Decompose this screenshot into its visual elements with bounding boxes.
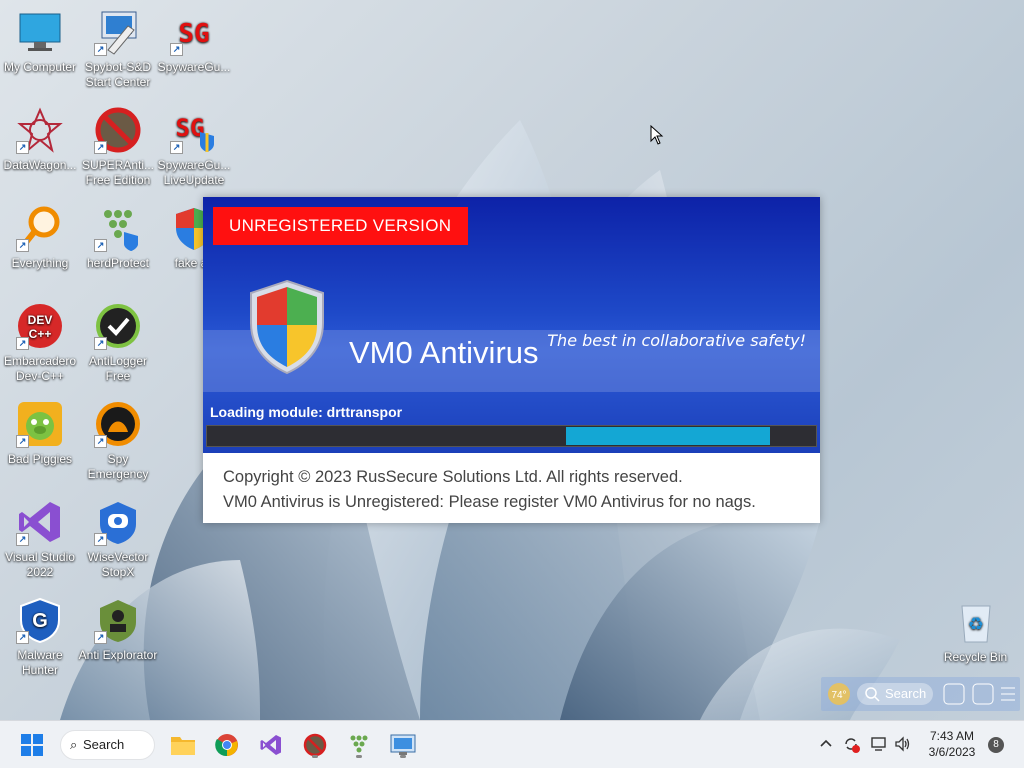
desktop-icon-label: DataWagon... xyxy=(3,158,77,172)
desktop-icon-herdprotect[interactable]: ↗ herdProtect xyxy=(78,204,158,271)
nag-text: VM0 Antivirus is Unregistered: Please re… xyxy=(223,493,756,511)
desktop-icon-bad-piggies[interactable]: ↗ Bad Piggies xyxy=(0,400,80,467)
desktop-icon-anti-explorator[interactable]: ↗ Anti Explorator xyxy=(78,596,158,663)
visual-studio-icon: ↗ xyxy=(16,498,64,546)
desktop-icon-label: herdProtect xyxy=(86,256,150,270)
malware-hunter-icon: G ↗ xyxy=(16,596,64,644)
monitor-icon xyxy=(16,8,64,56)
spybot-icon: ↗ xyxy=(94,8,142,56)
clock-date: 3/6/2023 xyxy=(928,745,976,759)
desktop-icon-spy-emergency[interactable]: ↗ Spy Emergency xyxy=(78,400,158,482)
svg-text:G: G xyxy=(32,610,48,632)
desktop-icon-spywareguard[interactable]: SG ↗ SpywareGu... xyxy=(154,8,234,75)
svg-text:SG: SG xyxy=(178,19,209,49)
taskbar-herdprotect[interactable] xyxy=(343,729,375,761)
desktop-icon-label: Embarcadero Dev-C++ xyxy=(3,354,77,383)
desktop-icon-my-computer[interactable]: My Computer xyxy=(0,8,80,75)
desktop-icon-label: Visual Studio 2022 xyxy=(5,550,75,579)
recycle-bin-icon: ♻ xyxy=(952,598,1000,646)
show-hidden-icons-chevron-icon[interactable] xyxy=(818,735,834,754)
loading-status: Loading module: drttranspor xyxy=(210,404,403,420)
unregistered-badge: UNREGISTERED VERSION xyxy=(213,207,468,245)
mouse-cursor-icon xyxy=(650,124,664,150)
desktop-icon-visual-studio[interactable]: ↗ Visual Studio 2022 xyxy=(0,498,80,580)
desktop-icon-recycle-bin[interactable]: ♻ Recycle Bin xyxy=(938,598,1013,665)
desktop-icon-label: SpywareGu... xyxy=(157,60,231,74)
widget-temp: 74° xyxy=(831,690,846,701)
desktop-icon-spywareguard-liveupdate[interactable]: SG ↗ SpywareGu... LiveUpdate xyxy=(154,106,234,188)
widget-search-placeholder: Search xyxy=(885,686,926,701)
svg-text:DEV: DEV xyxy=(28,313,53,327)
copyright-text: Copyright © 2023 RusSecure Solutions Ltd… xyxy=(223,468,683,486)
spy-emergency-icon: ↗ xyxy=(94,400,142,448)
start-button[interactable] xyxy=(16,729,48,761)
desktop-icon-label: Everything xyxy=(11,256,69,270)
desktop-icon-label: Recycle Bin xyxy=(943,650,1008,664)
desktop-icon-superantispyware[interactable]: ↗ SUPERAnti... Free Edition xyxy=(78,106,158,188)
clock-time: 7:43 AM xyxy=(929,729,975,743)
superantispyware-icon xyxy=(303,733,327,757)
folder-icon xyxy=(171,737,195,755)
desktop-icon-everything[interactable]: ↗ Everything xyxy=(0,204,80,271)
taskbar-vm0-antivirus[interactable] xyxy=(387,729,419,761)
desktop-icon-label: Anti Explorator xyxy=(78,648,158,662)
svg-text:C++: C++ xyxy=(29,327,52,341)
volume-icon[interactable] xyxy=(894,735,912,756)
herdprotect-icon xyxy=(350,735,368,753)
vm0-antivirus-icon xyxy=(390,734,416,755)
superantispyware-icon: ↗ xyxy=(94,106,142,154)
taskbar-visual-studio[interactable] xyxy=(255,729,287,761)
herdprotect-icon: ↗ xyxy=(94,204,142,252)
desktop-icon-devcpp[interactable]: DEV C++ ↗ Embarcadero Dev-C++ xyxy=(0,302,80,384)
desktop-icon-wisevector[interactable]: ↗ WiseVector StopX xyxy=(78,498,158,580)
taskbar-search[interactable]: ⌕ Search xyxy=(60,730,155,760)
desktop-icon-label: Spy Emergency xyxy=(87,452,149,481)
desktop-icon-malware-hunter[interactable]: G ↗ Malware Hunter xyxy=(0,596,80,678)
desktop-icon-label: SpywareGu... LiveUpdate xyxy=(157,158,231,187)
desktop-icon-antilogger[interactable]: ↗ AntiLogger Free xyxy=(78,302,158,384)
desktop-icon-datawagon[interactable]: ↗ DataWagon... xyxy=(0,106,80,173)
system-clock[interactable]: 7:43 AM 3/6/2023 xyxy=(920,728,984,760)
desktop-icon-label: Spybot-S&D Start Center xyxy=(84,60,152,89)
notification-badge[interactable]: 8 xyxy=(988,737,1004,753)
devcpp-icon: DEV C++ ↗ xyxy=(16,302,64,350)
splash-banner: UNREGISTERED VERSION VM0 Antivirus The b… xyxy=(203,197,820,453)
desktop-icon-label: Malware Hunter xyxy=(17,648,63,677)
splash-footer: Copyright © 2023 RusSecure Solutions Ltd… xyxy=(223,465,756,515)
datawagon-icon: ↗ xyxy=(16,106,64,154)
desktop-icon-label: SUPERAnti... Free Edition xyxy=(81,158,155,187)
desktop-icon-spybot[interactable]: ↗ Spybot-S&D Start Center xyxy=(78,8,158,90)
search-icon: ⌕ xyxy=(70,737,78,752)
progress-bar xyxy=(206,425,817,447)
chrome-icon xyxy=(215,734,238,757)
network-icon[interactable] xyxy=(870,735,888,756)
taskbar-superantispyware[interactable] xyxy=(299,729,331,761)
magnifier-icon: ↗ xyxy=(16,204,64,252)
taskbar-search-label: Search xyxy=(83,737,125,752)
wisevector-icon: ↗ xyxy=(94,498,142,546)
desktop-icon-label: AntiLogger Free xyxy=(88,354,148,383)
shield-logo-icon xyxy=(249,279,325,380)
anti-explorator-icon: ↗ xyxy=(94,596,142,644)
desktop-icon-label: WiseVector StopX xyxy=(87,550,149,579)
progress-bar-fill xyxy=(566,427,770,445)
svg-text:♻: ♻ xyxy=(967,614,983,635)
sg-liveupdate-icon: SG ↗ xyxy=(170,106,218,154)
bad-piggies-icon: ↗ xyxy=(16,400,64,448)
antilogger-icon: ↗ xyxy=(94,302,142,350)
desktop-icon-label: My Computer xyxy=(3,60,77,74)
visual-studio-icon xyxy=(260,735,281,755)
splash-window: UNREGISTERED VERSION VM0 Antivirus The b… xyxy=(203,197,820,523)
windows-icon xyxy=(21,734,43,756)
taskbar-chrome[interactable] xyxy=(211,729,243,761)
product-name: VM0 Antivirus xyxy=(349,335,539,370)
search-widget[interactable]: 74° Search xyxy=(821,677,1020,711)
taskbar: ⌕ Search 7:43 AM 3/6/2023 8 xyxy=(0,720,1024,768)
tagline: The best in collaborative safety! xyxy=(547,331,806,350)
desktop-icon-label: Bad Piggies xyxy=(7,452,73,466)
sync-alert-icon[interactable] xyxy=(842,735,860,756)
sg-icon: SG ↗ xyxy=(170,8,218,56)
taskbar-file-explorer[interactable] xyxy=(167,729,199,761)
